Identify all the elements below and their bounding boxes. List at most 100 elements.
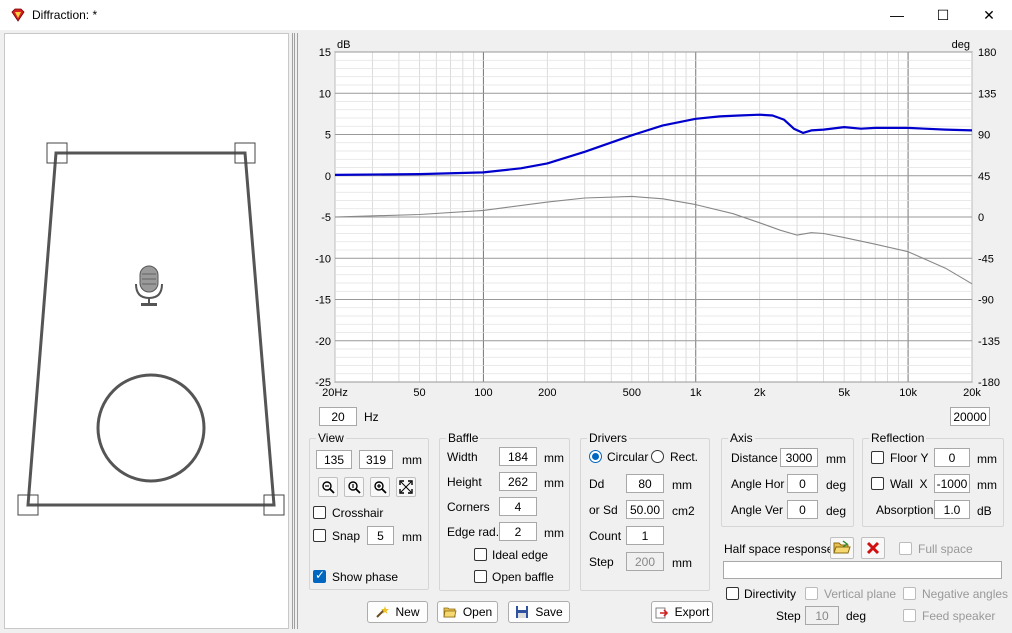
- response-chart[interactable]: 20Hz 50 100 200 500 1k 2k 5k 10k 20k 15 10 5 0 -5 -10 -1…: [300, 33, 1012, 403]
- baffle-edge-input[interactable]: [499, 522, 537, 541]
- baffle-drawing[interactable]: [5, 34, 290, 630]
- freq-min-input[interactable]: [319, 407, 357, 426]
- y-left-tick-label: 15: [319, 47, 331, 59]
- feed-speaker-checkbox[interactable]: [903, 609, 916, 622]
- export-button[interactable]: Export: [651, 601, 713, 623]
- sd-input[interactable]: [626, 500, 664, 519]
- close-button[interactable]: ✕: [966, 0, 1012, 30]
- y-right-tick-label: -180: [978, 377, 1000, 389]
- floor-checkbox[interactable]: [871, 451, 884, 464]
- distance-unit: mm: [826, 452, 846, 466]
- snap-checkbox[interactable]: [313, 529, 326, 542]
- fullscreen-icon[interactable]: [396, 477, 416, 497]
- open-baffle-checkbox[interactable]: [474, 570, 487, 583]
- absorption-unit: dB: [977, 504, 992, 518]
- title-bar: Diffraction: * — ☐ ✕: [0, 0, 1012, 30]
- negative-angles-checkbox[interactable]: [903, 587, 916, 600]
- absorption-input[interactable]: [934, 500, 970, 519]
- y-left-tick-label: -25: [315, 377, 331, 389]
- response-chart-svg: 20Hz 50 100 200 500 1k 2k 5k 10k 20k151050-5-10-1…: [315, 39, 1000, 399]
- circular-label: Circular: [607, 450, 649, 464]
- delete-icon[interactable]: [861, 537, 885, 559]
- maximize-button[interactable]: ☐: [920, 0, 966, 30]
- vertical-plane-label: Vertical plane: [824, 587, 897, 601]
- count-label: Count: [589, 529, 622, 543]
- zoom-out-icon[interactable]: [318, 477, 338, 497]
- x-tick-label: 10k: [899, 387, 917, 399]
- ideal-edge-checkbox[interactable]: [474, 548, 487, 561]
- export-button-label: Export: [674, 605, 710, 619]
- view-width-input[interactable]: [316, 450, 352, 469]
- wall-label: Wall X: [890, 477, 928, 491]
- baffle-corners-input[interactable]: [499, 497, 537, 516]
- dd-input[interactable]: [626, 474, 664, 493]
- zoom-fit-icon[interactable]: [344, 477, 364, 497]
- floor-label: Floor Y: [890, 451, 929, 465]
- y-left-tick-label: 10: [319, 88, 331, 100]
- x-tick-label: 1k: [690, 387, 702, 399]
- minimize-button[interactable]: —: [874, 0, 920, 30]
- driver-step-label: Step: [589, 555, 614, 569]
- directivity-checkbox[interactable]: [726, 587, 739, 600]
- freq-max-input[interactable]: [950, 407, 990, 426]
- floor-input[interactable]: [934, 448, 970, 467]
- export-icon: [655, 607, 668, 619]
- show-phase-checkbox[interactable]: [313, 568, 326, 583]
- circular-radio[interactable]: [589, 450, 602, 463]
- half-space-label: Half space response: [724, 542, 834, 556]
- y-left-tick-label: -5: [321, 212, 331, 224]
- wall-checkbox[interactable]: [871, 477, 884, 490]
- directivity-step-label: Step: [776, 609, 801, 623]
- save-button-label: Save: [535, 605, 563, 619]
- crosshair-checkbox[interactable]: [313, 506, 326, 519]
- y-right-axis-label: deg: [952, 39, 970, 51]
- open-folder-icon[interactable]: [830, 537, 854, 559]
- y-left-tick-label: -15: [315, 295, 331, 307]
- angle-ver-label: Angle Ver: [731, 503, 784, 517]
- distance-input[interactable]: [780, 448, 818, 467]
- sd-unit: cm2: [672, 504, 695, 518]
- directivity-step-unit: deg: [846, 609, 867, 623]
- snap-unit: mm: [402, 530, 422, 544]
- y-right-tick-label: 180: [978, 47, 996, 59]
- count-input[interactable]: [626, 526, 664, 545]
- dd-unit: mm: [672, 478, 692, 492]
- directivity-label: Directivity: [744, 587, 797, 601]
- negative-angles-label: Negative angles: [922, 587, 1009, 601]
- microphone-icon[interactable]: [135, 265, 163, 306]
- save-button[interactable]: Save: [508, 601, 570, 623]
- panel-splitter[interactable]: [292, 33, 298, 629]
- wall-input[interactable]: [934, 474, 970, 493]
- half-space-path-input[interactable]: [723, 561, 1002, 579]
- baffle-width-input[interactable]: [499, 447, 537, 466]
- baffle-drawing-panel[interactable]: [4, 33, 289, 629]
- vertical-plane-checkbox[interactable]: [805, 587, 818, 600]
- driver-step-input[interactable]: [626, 552, 664, 571]
- app-icon: [11, 8, 25, 22]
- full-space-checkbox[interactable]: [899, 542, 912, 555]
- driver-circle[interactable]: [96, 373, 206, 483]
- new-button-label: New: [395, 605, 420, 619]
- x-tick-label: 100: [474, 387, 492, 399]
- view-height-input[interactable]: [359, 450, 393, 469]
- snap-label: Snap: [332, 529, 361, 543]
- rect-radio[interactable]: [651, 450, 664, 463]
- directivity-step-input[interactable]: [805, 606, 839, 625]
- new-button[interactable]: New: [367, 601, 428, 623]
- magic-wand-icon: [376, 606, 390, 618]
- angle-hor-input[interactable]: [787, 474, 818, 493]
- sd-label: or Sd: [589, 503, 618, 517]
- wall-unit: mm: [977, 478, 997, 492]
- snap-input[interactable]: [367, 526, 394, 545]
- baffle-height-input[interactable]: [499, 472, 537, 491]
- baffle-outline[interactable]: [26, 151, 276, 507]
- reflection-group-title: Reflection: [869, 431, 927, 445]
- open-button[interactable]: Open: [437, 601, 498, 623]
- baffle-edge-label: Edge rad.: [447, 525, 500, 539]
- crosshair-label: Crosshair: [332, 506, 384, 520]
- angle-ver-input[interactable]: [787, 500, 818, 519]
- zoom-in-icon[interactable]: [370, 477, 390, 497]
- y-right-tick-label: -90: [978, 295, 994, 307]
- angle-hor-unit: deg: [826, 478, 847, 492]
- baffle-height-label: Height: [447, 475, 482, 489]
